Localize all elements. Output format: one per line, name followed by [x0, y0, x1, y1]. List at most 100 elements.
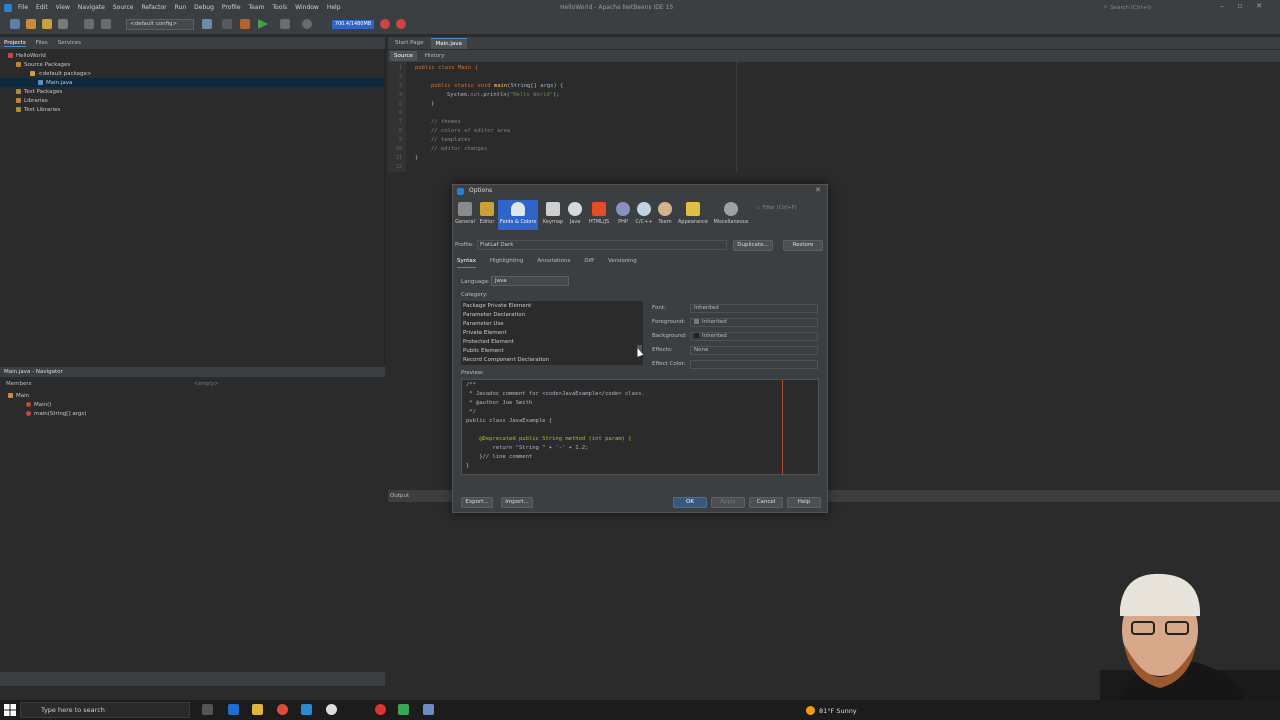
code-line-5[interactable]: } [431, 101, 434, 107]
memory-usage[interactable]: 700.4/1480MB [332, 20, 374, 29]
category-editor[interactable]: Editor [477, 200, 497, 230]
tab-start-page[interactable]: Start Page [390, 38, 429, 49]
menu-profile[interactable]: Profile [222, 4, 241, 11]
clean-build-icon[interactable] [240, 19, 250, 29]
category-list[interactable]: Package Private Element Parameter Declar… [461, 301, 643, 365]
gc-icon-2[interactable] [396, 19, 406, 29]
list-item[interactable]: Parameter Declaration [463, 311, 525, 320]
minimize-icon[interactable]: – [1220, 2, 1224, 10]
menu-refactor[interactable]: Refactor [141, 4, 166, 11]
code-line-1[interactable]: public class Main { [415, 65, 478, 71]
tab-diff[interactable]: Diff [584, 258, 594, 268]
nav-item-constructor[interactable]: Main() [26, 400, 51, 409]
category-appearance[interactable]: Appearance [676, 200, 710, 230]
notepad-icon[interactable] [398, 704, 409, 715]
menu-file[interactable]: File [18, 4, 28, 11]
restore-button[interactable]: Restore [783, 240, 823, 251]
code-line-4[interactable]: System.out.println("Hello World"); [447, 92, 560, 98]
ide-search[interactable]: ⌕ Search (Ctrl+I) [1104, 3, 1194, 12]
effects-select[interactable]: None [690, 346, 818, 355]
category-keymap[interactable]: Keymap [541, 200, 565, 230]
vscode-icon[interactable] [301, 704, 312, 715]
import-button[interactable]: Import... [501, 497, 533, 508]
help-button[interactable]: Help [787, 497, 821, 508]
tab-history[interactable]: History [421, 51, 449, 61]
debug-icon[interactable] [280, 19, 290, 29]
code-line-8[interactable]: // colors of editor area [431, 128, 510, 134]
font-field[interactable]: Inherited [690, 304, 818, 313]
category-miscellaneous[interactable]: Miscellaneous [712, 200, 750, 230]
menu-view[interactable]: View [56, 4, 70, 11]
list-item[interactable]: Public Element [463, 347, 504, 356]
task-view-icon[interactable] [202, 704, 213, 715]
category-java[interactable]: Java [567, 200, 583, 230]
close-icon[interactable]: ✕ [1256, 2, 1262, 10]
menu-source[interactable]: Source [113, 4, 134, 11]
tab-annotations[interactable]: Annotations [537, 258, 570, 268]
tab-files[interactable]: Files [36, 40, 48, 46]
recorder-icon[interactable] [375, 704, 386, 715]
nav-item-class[interactable]: Main [8, 391, 29, 400]
code-line-9[interactable]: // templates [431, 137, 471, 143]
run-icon[interactable] [258, 19, 268, 29]
cancel-button[interactable]: Cancel [749, 497, 783, 508]
tab-syntax[interactable]: Syntax [457, 258, 477, 268]
menu-run[interactable]: Run [175, 4, 187, 11]
tree-item-test-libraries[interactable]: Test Libraries [16, 105, 60, 114]
navigator-filter[interactable]: <empty> [194, 381, 374, 389]
category-general[interactable]: General [455, 200, 475, 230]
save-all-icon[interactable] [58, 19, 68, 29]
list-item[interactable]: Private Element [463, 329, 507, 338]
editor-scrollbar[interactable] [1270, 62, 1280, 482]
apply-button[interactable]: Apply [711, 497, 745, 508]
menu-team[interactable]: Team [249, 4, 265, 11]
category-team[interactable]: Team [656, 200, 674, 230]
list-item[interactable]: Package Private Element [463, 302, 531, 311]
tab-main-java[interactable]: Main.java [430, 38, 467, 49]
tab-versioning[interactable]: Versioning [608, 258, 637, 268]
category-html-js[interactable]: HTML/JS [586, 200, 612, 230]
menu-edit[interactable]: Edit [36, 4, 48, 11]
outlook-icon[interactable] [228, 704, 239, 715]
tree-item-source-packages[interactable]: Source Packages [16, 60, 70, 69]
new-file-icon[interactable] [10, 19, 20, 29]
config-select[interactable]: <default config> [126, 19, 194, 30]
code-line-7[interactable]: // themes [431, 119, 461, 125]
tab-services[interactable]: Services [58, 40, 81, 46]
nav-item-main-method[interactable]: main(String[] args) [26, 409, 86, 418]
background-select[interactable]: Inherited [690, 332, 818, 341]
code-line-10[interactable]: // editor changes [431, 146, 487, 152]
tree-item-main-java[interactable]: Main.java [0, 78, 384, 87]
list-item[interactable]: Record Component Declaration [463, 356, 549, 365]
tab-highlighting[interactable]: Highlighting [490, 258, 523, 268]
menu-help[interactable]: Help [327, 4, 341, 11]
effect-color-select[interactable] [690, 360, 818, 369]
redo-icon[interactable] [101, 19, 111, 29]
code-line-11[interactable]: } [415, 155, 418, 161]
menu-debug[interactable]: Debug [194, 4, 214, 11]
options-filter[interactable]: ⌕ Filter (Ctrl+F) [757, 203, 825, 212]
file-explorer-icon[interactable] [252, 704, 263, 715]
menu-window[interactable]: Window [295, 4, 319, 11]
navigator-tab[interactable]: Main.java - Navigator [0, 367, 385, 377]
taskbar-search[interactable]: Type here to search [20, 702, 190, 718]
category-php[interactable]: PHP [615, 200, 631, 230]
windows-start-icon[interactable] [4, 704, 16, 716]
undo-icon[interactable] [84, 19, 94, 29]
chrome-icon[interactable] [277, 704, 288, 715]
close-icon[interactable]: ✕ [815, 186, 821, 194]
tab-output[interactable]: Output [390, 493, 409, 499]
category-c-cpp[interactable]: C/C++ [634, 200, 654, 230]
ok-button[interactable]: OK [673, 497, 707, 508]
code-line-3[interactable]: public static void main(String[] args) { [431, 83, 563, 89]
profile-select[interactable]: FlatLaf Dark [477, 240, 727, 250]
list-item[interactable]: Protected Element [463, 338, 514, 347]
menu-tools[interactable]: Tools [272, 4, 287, 11]
maximize-icon[interactable]: ▫ [1238, 2, 1243, 10]
weather-widget[interactable]: 81°F Sunny [806, 706, 857, 715]
tree-item-project[interactable]: HelloWorld [8, 51, 46, 60]
tree-item-libraries[interactable]: Libraries [16, 96, 48, 105]
build-icon[interactable] [222, 19, 232, 29]
list-item[interactable]: Parameter Use [463, 320, 504, 329]
duplicate-button[interactable]: Duplicate... [733, 240, 773, 251]
